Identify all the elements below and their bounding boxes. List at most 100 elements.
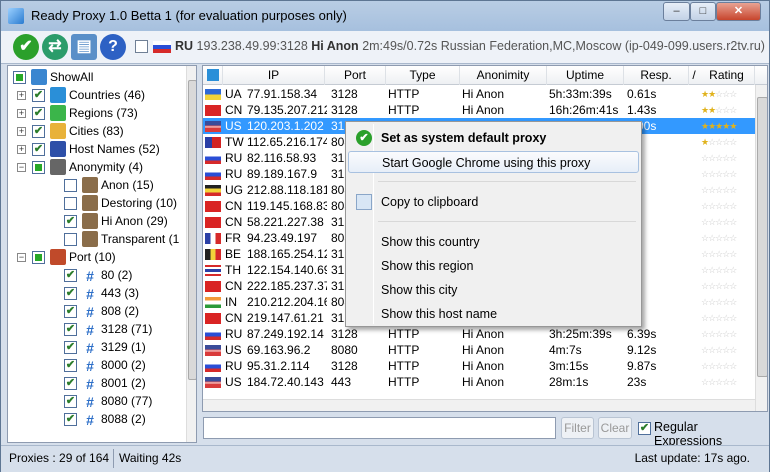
help-icon[interactable]: ? xyxy=(100,34,126,60)
menu-start-chrome[interactable]: Start Google Chrome using this proxy xyxy=(348,151,639,173)
tree-node-regions[interactable]: + ✔ Regions (73) xyxy=(8,104,186,122)
resp-column-header[interactable]: Resp. xyxy=(624,66,689,85)
flag-column-header[interactable] xyxy=(203,66,223,85)
hash-icon: # xyxy=(86,286,94,302)
tree-checkbox[interactable] xyxy=(32,161,45,174)
cell-resp: 9.87s xyxy=(627,359,657,373)
tree-checkbox[interactable]: ✔ xyxy=(64,395,77,408)
tree-checkbox[interactable]: ✔ xyxy=(64,359,77,372)
title-bar[interactable]: Ready Proxy 1.0 Betta 1 (for evaluation … xyxy=(1,1,769,31)
tree-checkbox[interactable] xyxy=(64,179,77,192)
port-column-header[interactable]: Port xyxy=(325,66,386,85)
tree-checkbox[interactable]: ✔ xyxy=(32,143,45,156)
maximize-button[interactable]: □ xyxy=(690,2,716,21)
tree-checkbox[interactable]: ✔ xyxy=(64,269,77,282)
tree-checkbox[interactable]: ✔ xyxy=(32,89,45,102)
tree-node-port-3129[interactable]: ✔ #3129 (1) xyxy=(8,338,186,356)
menu-set-default-proxy[interactable]: ✔ Set as system default proxy xyxy=(348,127,639,149)
tree-checkbox[interactable]: ✔ xyxy=(64,413,77,426)
rating-stars: ☆☆☆☆☆ xyxy=(701,377,737,387)
regex-checkbox[interactable]: ✔ xyxy=(638,422,651,435)
tree-node-port-3128[interactable]: ✔ #3128 (71) xyxy=(8,320,186,338)
tree-checkbox[interactable]: ✔ xyxy=(64,215,77,228)
cell-cc: BE xyxy=(225,247,242,261)
tree-node-destoring[interactable]: Destoring (10) xyxy=(8,194,186,212)
expand-icon[interactable]: + xyxy=(17,91,26,100)
tree-node-port-8000[interactable]: ✔ #8000 (2) xyxy=(8,356,186,374)
tree-checkbox[interactable] xyxy=(64,197,77,210)
menu-show-host-name[interactable]: Show this host name xyxy=(348,303,639,325)
tree-checkbox[interactable]: ✔ xyxy=(64,323,77,336)
tree-node-hi-anon[interactable]: ✔ Hi Anon (29) xyxy=(8,212,186,230)
tree-node-anon[interactable]: Anon (15) xyxy=(8,176,186,194)
clear-button[interactable]: Clear xyxy=(598,417,632,439)
tree-node-port-80[interactable]: ✔ #80 (2) xyxy=(8,266,186,284)
tree-checkbox[interactable]: ✔ xyxy=(64,377,77,390)
proxy-enable-checkbox[interactable] xyxy=(135,40,148,53)
collapse-icon[interactable]: − xyxy=(17,253,26,262)
flag-icon xyxy=(205,313,221,324)
minimize-button[interactable]: – xyxy=(663,2,690,21)
tree-node-host-names[interactable]: + ✔ Host Names (52) xyxy=(8,140,186,158)
flag-icon xyxy=(205,201,221,212)
host-names-icon xyxy=(50,141,66,157)
tree-node-port-808[interactable]: ✔ #808 (2) xyxy=(8,302,186,320)
table-row[interactable]: RU 95.31.2.114 3128 HTTP Hi Anon 3m:15s 9.87s ☆… xyxy=(203,358,755,374)
tree-scrollbar[interactable] xyxy=(186,66,196,442)
menu-show-city[interactable]: Show this city xyxy=(348,279,639,301)
table-scroll-thumb[interactable] xyxy=(757,97,767,377)
tree-node-label: Transparent (1 xyxy=(101,232,180,246)
export-icon[interactable]: ▤ xyxy=(71,34,97,60)
anonimity-column-header[interactable]: Anonimity xyxy=(460,66,547,85)
expand-icon[interactable]: + xyxy=(17,109,26,118)
tree-node-transparent[interactable]: Transparent (1 xyxy=(8,230,186,248)
table-row[interactable]: CN 79.135.207.212 3128 HTTP Hi Anon 16h:26m:4… xyxy=(203,102,755,118)
tree-checkbox[interactable] xyxy=(64,233,77,246)
tree-checkbox[interactable]: ✔ xyxy=(32,125,45,138)
menu-show-country[interactable]: Show this country xyxy=(348,231,639,253)
menu-show-region[interactable]: Show this region xyxy=(348,255,639,277)
refresh-icon[interactable]: ⇄ xyxy=(42,34,68,60)
filter-button[interactable]: Filter xyxy=(561,417,594,439)
filter-input[interactable] xyxy=(203,417,556,439)
tree-checkbox[interactable] xyxy=(13,71,26,84)
tree-node-cities[interactable]: + ✔ Cities (83) xyxy=(8,122,186,140)
check-icon[interactable]: ✔ xyxy=(13,34,39,60)
collapse-icon[interactable]: − xyxy=(17,163,26,172)
tree-checkbox[interactable] xyxy=(32,251,45,264)
flag-icon xyxy=(205,249,221,260)
table-scrollbar[interactable] xyxy=(755,85,767,411)
expand-icon[interactable]: + xyxy=(17,145,26,154)
tree-node-countries[interactable]: + ✔ Countries (46) xyxy=(8,86,186,104)
table-h-scrollbar[interactable] xyxy=(203,399,755,411)
table-row[interactable]: UA 77.91.158.34 3128 HTTP Hi Anon 5h:33m:39s 0… xyxy=(203,86,755,102)
type-column-header[interactable]: Type xyxy=(386,66,460,85)
hash-icon: # xyxy=(86,322,94,338)
expand-icon[interactable]: + xyxy=(17,127,26,136)
tree-node-port-8001[interactable]: ✔ #8001 (2) xyxy=(8,374,186,392)
menu-copy-clipboard[interactable]: Copy to clipboard xyxy=(348,191,639,213)
menu-item-label: Show this host name xyxy=(381,307,498,321)
tree-checkbox[interactable]: ✔ xyxy=(64,287,77,300)
table-row[interactable]: US 69.163.96.2 8080 HTTP Hi Anon 4m:7s 9.12s ☆☆… xyxy=(203,342,755,358)
rating-column-header[interactable]: Rating xyxy=(699,66,755,85)
flag-icon xyxy=(205,297,221,308)
table-row[interactable]: RU 87.249.192.14 3128 HTTP Hi Anon 3h:25m:39s… xyxy=(203,326,755,342)
tree-checkbox[interactable]: ✔ xyxy=(32,107,45,120)
tree-node-port[interactable]: − Port (10) xyxy=(8,248,186,266)
tree-node-port-8080[interactable]: ✔ #8080 (77) xyxy=(8,392,186,410)
tree-node-showall[interactable]: −ShowAll xyxy=(8,68,186,86)
tree-checkbox[interactable]: ✔ xyxy=(64,341,77,354)
tree-scroll-thumb[interactable] xyxy=(188,80,196,380)
table-row[interactable]: US 184.72.40.143 443 HTTP Hi Anon 28m:1s 23s ☆☆… xyxy=(203,374,755,390)
menu-separator xyxy=(378,221,636,222)
close-button[interactable]: ✕ xyxy=(716,2,761,21)
tree-node-anonymity[interactable]: − Anonymity (4) xyxy=(8,158,186,176)
tree-node-port-8088[interactable]: ✔ #8088 (2) xyxy=(8,410,186,428)
hash-icon: # xyxy=(86,358,94,374)
tree-checkbox[interactable]: ✔ xyxy=(64,305,77,318)
rating-stars: ★☆☆☆☆ xyxy=(701,137,737,147)
tree-node-port-443[interactable]: ✔ #443 (3) xyxy=(8,284,186,302)
uptime-column-header[interactable]: Uptime xyxy=(547,66,624,85)
ip-column-header[interactable]: IP xyxy=(223,66,325,85)
